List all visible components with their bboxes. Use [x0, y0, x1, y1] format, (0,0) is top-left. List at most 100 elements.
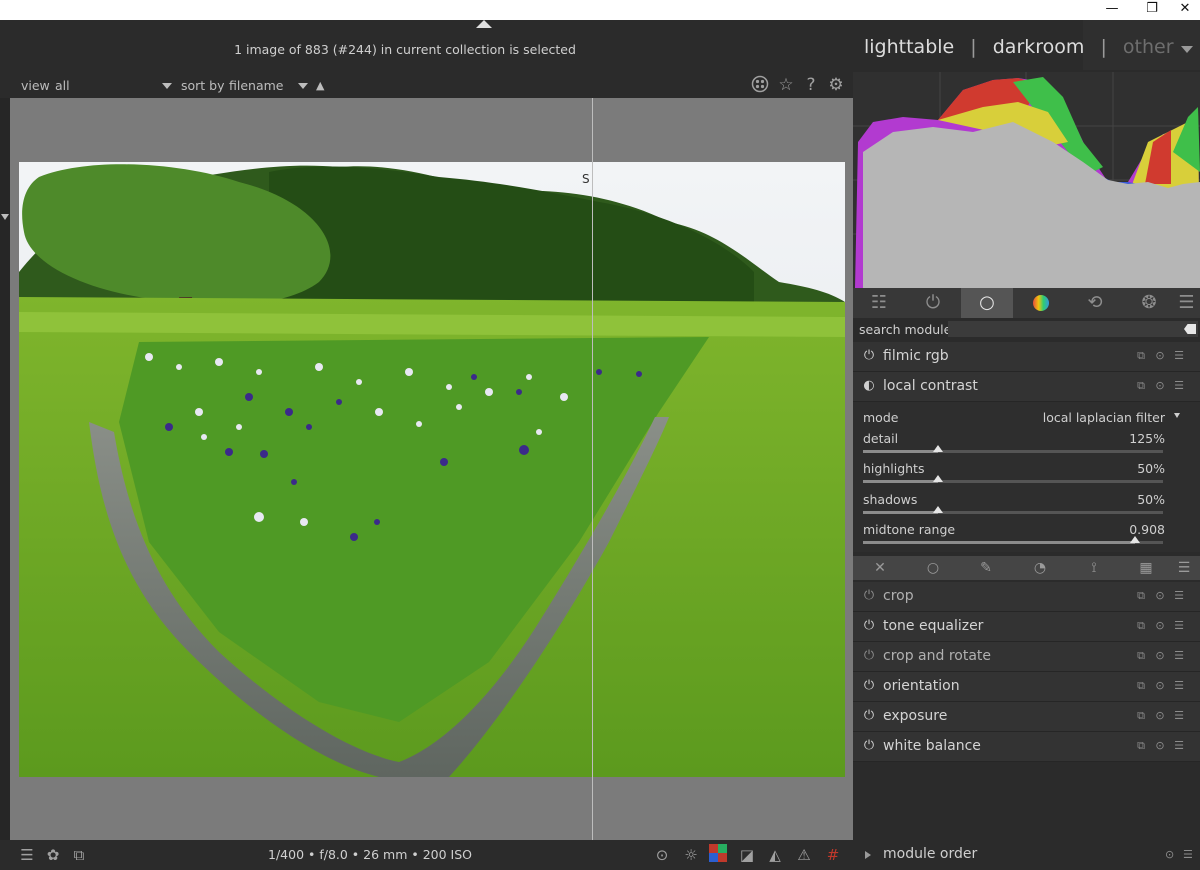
- parametric-mask-icon[interactable]: ◔: [1029, 558, 1051, 578]
- mode-select[interactable]: local laplacian filter: [1043, 410, 1165, 425]
- multi-instance-icon[interactable]: ⧉: [1134, 619, 1148, 633]
- shadows-slider[interactable]: [863, 506, 1163, 514]
- collapse-top-panel-icon[interactable]: [476, 20, 492, 28]
- module-white-balance[interactable]: ⏻ white balance ⧉ ⊙ ☰: [853, 732, 1200, 762]
- chevron-down-icon[interactable]: [298, 83, 308, 89]
- reset-icon[interactable]: ⊙: [1165, 848, 1174, 861]
- module-orientation[interactable]: ⏻ orientation ⧉ ⊙ ☰: [853, 672, 1200, 702]
- drawn-mask-icon[interactable]: ✎: [975, 558, 997, 578]
- before-after-split-line[interactable]: [592, 98, 593, 840]
- restore-button[interactable]: ❐: [1137, 0, 1167, 20]
- warning-icon[interactable]: ⚠: [793, 844, 815, 866]
- settings-icon[interactable]: ⚙: [826, 75, 846, 95]
- mode-label: mode: [863, 410, 899, 425]
- color-group-icon[interactable]: [1015, 288, 1067, 318]
- sort-select[interactable]: filename: [229, 78, 284, 93]
- view-lighttable[interactable]: lighttable: [864, 36, 954, 58]
- star-icon[interactable]: ☆: [776, 75, 796, 95]
- reset-icon[interactable]: ⊙: [1153, 589, 1167, 603]
- chevron-right-icon[interactable]: [865, 851, 871, 859]
- presets-icon[interactable]: ☰: [1172, 349, 1186, 363]
- multi-instance-icon[interactable]: ⧉: [1134, 739, 1148, 753]
- view-filter-select[interactable]: all: [55, 78, 70, 93]
- power-icon[interactable]: ⏻: [862, 739, 876, 753]
- power-icon[interactable]: ⏻: [862, 349, 876, 363]
- highlights-slider[interactable]: [863, 475, 1163, 483]
- menu-icon[interactable]: ☰: [1173, 288, 1200, 318]
- multi-instance-icon[interactable]: ⧉: [1134, 379, 1148, 393]
- chevron-down-icon[interactable]: [162, 83, 172, 89]
- search-module-input[interactable]: [948, 321, 1198, 337]
- color-assessment-icon[interactable]: [707, 844, 729, 866]
- slider-handle[interactable]: [933, 445, 943, 452]
- minimize-button[interactable]: —: [1097, 0, 1127, 20]
- multi-instance-icon[interactable]: ⧉: [1134, 649, 1148, 663]
- presets-icon[interactable]: ☰: [1172, 709, 1186, 723]
- effect-group-icon[interactable]: ❂: [1123, 288, 1175, 318]
- module-tone-equalizer[interactable]: ⏻ tone equalizer ⧉ ⊙ ☰: [853, 612, 1200, 642]
- power-icon[interactable]: ⏻: [862, 589, 876, 603]
- multi-instance-icon[interactable]: ⧉: [1134, 589, 1148, 603]
- reset-icon[interactable]: ⊙: [1153, 379, 1167, 393]
- reset-icon[interactable]: ⊙: [1153, 709, 1167, 723]
- edited-photo[interactable]: [19, 162, 845, 777]
- presets-icon[interactable]: ☰: [1172, 739, 1186, 753]
- guides-icon[interactable]: #: [822, 844, 844, 866]
- sort-direction-toggle[interactable]: ▲: [316, 79, 324, 92]
- blend-off-icon[interactable]: ✕: [869, 558, 891, 578]
- base-group-icon[interactable]: ○: [961, 288, 1013, 318]
- power-icon[interactable]: ⏻: [862, 679, 876, 693]
- clipping-icon[interactable]: ◪: [736, 844, 758, 866]
- module-exposure[interactable]: ⏻ exposure ⧉ ⊙ ☰: [853, 702, 1200, 732]
- correct-group-icon[interactable]: ⟲: [1069, 288, 1121, 318]
- multi-instance-icon[interactable]: ⧉: [1134, 349, 1148, 363]
- multi-instance-icon[interactable]: ⧉: [1134, 709, 1148, 723]
- chevron-down-icon[interactable]: [1181, 46, 1193, 53]
- presets-icon[interactable]: ☰: [1172, 619, 1186, 633]
- presets-icon[interactable]: ☰: [1183, 848, 1193, 861]
- slider-handle[interactable]: [933, 506, 943, 513]
- multi-instance-icon[interactable]: ⧉: [1134, 679, 1148, 693]
- blend-menu-icon[interactable]: ☰: [1173, 558, 1195, 578]
- quick-access-icon[interactable]: ☷: [853, 288, 905, 318]
- presets-icon[interactable]: ☰: [1172, 679, 1186, 693]
- view-other[interactable]: other: [1123, 36, 1174, 58]
- detail-slider[interactable]: [863, 445, 1163, 453]
- module-order-section[interactable]: module order ⊙ ☰: [853, 840, 1200, 870]
- module-filmic-rgb[interactable]: ⏻ filmic rgb ⧉ ⊙ ☰: [853, 342, 1200, 372]
- drawn-parametric-mask-icon[interactable]: ⟟: [1083, 558, 1105, 578]
- power-icon[interactable]: ◐: [862, 379, 876, 393]
- expand-left-panel-icon[interactable]: [1, 214, 9, 220]
- active-modules-icon[interactable]: ⏻: [907, 288, 959, 318]
- module-local-contrast[interactable]: ◐ local contrast ⧉ ⊙ ☰: [853, 372, 1200, 402]
- raster-mask-icon[interactable]: ▦: [1135, 558, 1157, 578]
- reset-icon[interactable]: ⊙: [1153, 649, 1167, 663]
- module-crop-and-rotate[interactable]: ⏻ crop and rotate ⧉ ⊙ ☰: [853, 642, 1200, 672]
- close-button[interactable]: ✕: [1170, 0, 1200, 20]
- reset-icon[interactable]: ⊙: [1153, 619, 1167, 633]
- focus-peaking-icon[interactable]: ⊙: [651, 844, 673, 866]
- presets-icon[interactable]: ☰: [1172, 379, 1186, 393]
- presets-icon[interactable]: ☰: [1172, 589, 1186, 603]
- gamut-check-icon[interactable]: ◭: [764, 844, 786, 866]
- grouping-icon[interactable]: [750, 75, 770, 95]
- view-darkroom[interactable]: darkroom: [993, 36, 1085, 58]
- histogram[interactable]: [853, 72, 1200, 288]
- slider-handle[interactable]: [1130, 536, 1141, 543]
- midtone-range-slider[interactable]: [863, 536, 1163, 544]
- reset-icon[interactable]: ⊙: [1153, 349, 1167, 363]
- view-filter-label: view: [21, 78, 50, 93]
- power-icon[interactable]: ⏻: [862, 649, 876, 663]
- reset-icon[interactable]: ⊙: [1153, 739, 1167, 753]
- reset-icon[interactable]: ⊙: [1153, 679, 1167, 693]
- power-icon[interactable]: ⏻: [862, 619, 876, 633]
- slider-handle[interactable]: [933, 475, 943, 482]
- module-crop[interactable]: ⏻ crop ⧉ ⊙ ☰: [853, 582, 1200, 612]
- bulb-icon[interactable]: ☼: [680, 844, 702, 866]
- chevron-down-icon[interactable]: [1174, 413, 1180, 418]
- help-icon[interactable]: ?: [801, 75, 821, 95]
- presets-icon[interactable]: ☰: [1172, 649, 1186, 663]
- exif-info: 1/400 • f/8.0 • 26 mm • 200 ISO: [268, 847, 472, 862]
- power-icon[interactable]: ⏻: [862, 709, 876, 723]
- uniform-blend-icon[interactable]: ○: [922, 558, 944, 578]
